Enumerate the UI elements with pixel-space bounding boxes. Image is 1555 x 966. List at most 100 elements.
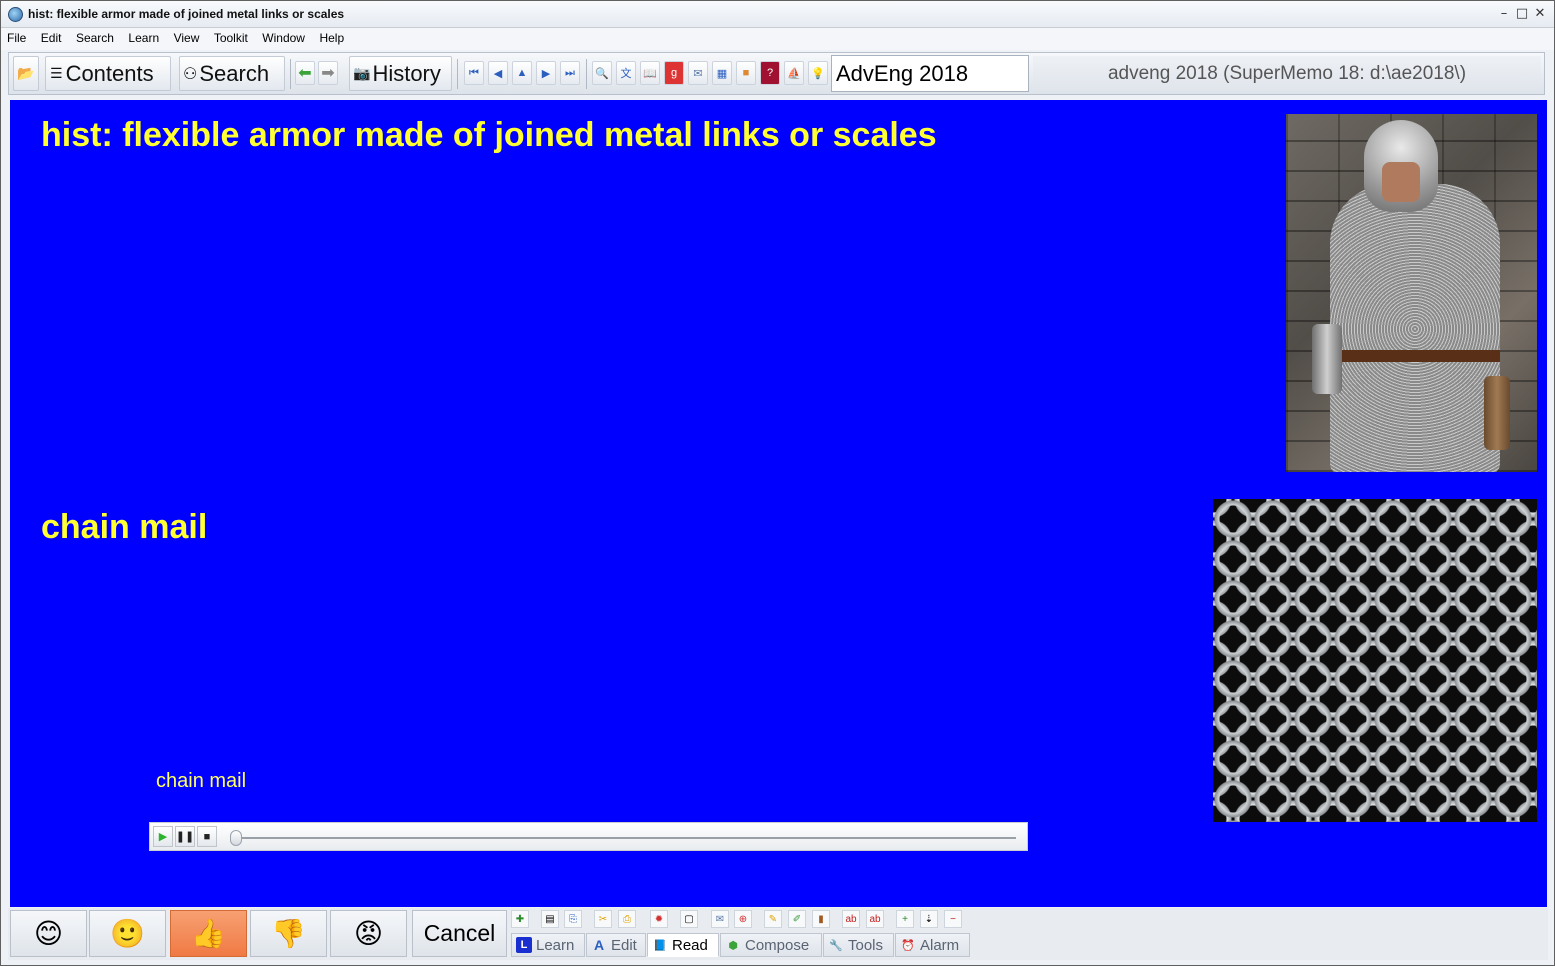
- tab-compose[interactable]: ⬢ Compose: [720, 933, 822, 957]
- highlighter-icon[interactable]: ✎: [764, 910, 782, 928]
- minimize-button[interactable]: –: [1495, 5, 1513, 23]
- google-icon[interactable]: g: [664, 61, 684, 85]
- menu-help[interactable]: Help: [313, 28, 348, 45]
- window-title: hist: flexible armor made of joined meta…: [28, 7, 345, 21]
- grade-bar: 😊 🙂 👍 👎 😡 Cancel ✚ ▤ ⎘ ✂ ⎙ ✹ ▢ ✉ ⊕ ✎ ✐ ▮…: [8, 908, 1548, 960]
- mail-icon[interactable]: ✉: [688, 61, 708, 85]
- collection-status: adveng 2018 (SuperMemo 18: d:\ae2018\): [1033, 56, 1541, 91]
- history-button[interactable]: 📷 History: [349, 56, 452, 91]
- menu-learn[interactable]: Learn: [122, 28, 163, 45]
- tab-tools-label: Tools: [848, 936, 884, 954]
- play-icon[interactable]: ▶: [153, 826, 173, 847]
- insert-element-icon[interactable]: +: [896, 910, 914, 928]
- seek-slider-thumb[interactable]: [230, 830, 242, 846]
- help-icon[interactable]: ?: [760, 61, 780, 85]
- next-element-icon[interactable]: ▶: [536, 61, 556, 85]
- parent-element-icon[interactable]: ▲: [512, 61, 532, 85]
- extract-icon[interactable]: ⎙: [618, 910, 636, 928]
- menu-view[interactable]: View: [168, 28, 204, 45]
- separator: [290, 59, 291, 89]
- tools-icon: 🔧: [829, 939, 843, 952]
- knight-in-chain-mail-image: [1286, 114, 1537, 472]
- lightbulb-icon[interactable]: 💡: [808, 61, 828, 85]
- image-detail: [1484, 376, 1510, 450]
- camera-icon: 📷: [353, 65, 371, 81]
- menu-toolkit[interactable]: Toolkit: [208, 28, 252, 45]
- alarm-icon: ⏰: [901, 939, 915, 952]
- calendar-icon[interactable]: ▦: [712, 61, 732, 85]
- image-detail: [1382, 162, 1420, 202]
- page-icon[interactable]: ▢: [680, 910, 698, 928]
- menu-search[interactable]: Search: [70, 28, 118, 45]
- close-button[interactable]: ✕: [1531, 5, 1549, 23]
- last-element-icon[interactable]: ⏭: [560, 61, 580, 85]
- delete-element-icon[interactable]: −: [944, 910, 962, 928]
- tab-learn-label: Learn: [536, 936, 575, 954]
- tab-read-label: Read: [672, 936, 708, 954]
- grade-pass-thumbs-up-icon[interactable]: 👍: [170, 910, 247, 957]
- maximize-button[interactable]: □: [1513, 5, 1531, 23]
- priority-icon[interactable]: ✹: [650, 910, 668, 928]
- back-arrow-icon[interactable]: ⬅: [295, 61, 315, 85]
- menu-file[interactable]: File: [1, 28, 30, 45]
- forward-arrow-icon[interactable]: ➡: [318, 61, 338, 85]
- collection-name-field[interactable]: [831, 55, 1029, 92]
- folder-icon: 📂: [17, 65, 35, 81]
- tab-learn[interactable]: L Learn: [511, 933, 585, 957]
- copy-icon[interactable]: ⎘: [564, 910, 582, 928]
- question-text: hist: flexible armor made of joined meta…: [41, 116, 937, 154]
- contents-label: Contents: [65, 60, 154, 86]
- open-collection-button[interactable]: 📂: [13, 56, 39, 91]
- image-detail: [1330, 350, 1500, 362]
- image-detail: [1213, 499, 1537, 822]
- menu-window[interactable]: Window: [256, 28, 309, 45]
- dictionary-icon[interactable]: 📖: [640, 61, 660, 85]
- move-element-icon[interactable]: ⇣: [920, 910, 938, 928]
- grade-fail-thumbs-down-icon[interactable]: 👎: [250, 910, 327, 957]
- edit-icon: A: [593, 937, 605, 953]
- mail-icon[interactable]: ✉: [711, 910, 729, 928]
- tab-tools[interactable]: 🔧 Tools: [823, 933, 894, 957]
- grade-good-icon[interactable]: 🙂: [89, 910, 166, 957]
- menu-bar: File Edit Search Learn View Toolkit Wind…: [1, 28, 1554, 50]
- grade-null-angry-icon[interactable]: 😡: [330, 910, 407, 957]
- stop-icon[interactable]: ■: [197, 826, 217, 847]
- menu-edit[interactable]: Edit: [35, 28, 66, 45]
- search-label: Search: [199, 60, 270, 86]
- previous-element-icon[interactable]: ◀: [488, 61, 508, 85]
- separator: [457, 59, 458, 89]
- tab-alarm[interactable]: ⏰ Alarm: [895, 933, 970, 957]
- seek-track[interactable]: [236, 837, 1016, 839]
- app-icon: [8, 7, 23, 22]
- answer-text: chain mail: [41, 508, 208, 546]
- grade-bright-icon[interactable]: 😊: [10, 910, 87, 957]
- tab-read[interactable]: 📘 Read: [647, 933, 719, 957]
- document-icon[interactable]: ▤: [541, 910, 559, 928]
- contents-button[interactable]: ☰ Contents: [45, 56, 171, 91]
- main-toolbar: 📂 ☰ Contents ⚇ Search ⬅ ➡ 📷 History ⏮ ◀ …: [8, 52, 1545, 95]
- tab-compose-label: Compose: [745, 936, 810, 954]
- first-element-icon[interactable]: ⏮: [464, 61, 484, 85]
- find-icon[interactable]: 🔍: [592, 61, 612, 85]
- title-bar: hist: flexible armor made of joined meta…: [1, 1, 1554, 28]
- sailing-icon[interactable]: ⛵: [784, 61, 804, 85]
- edit-pencil-icon[interactable]: ✐: [788, 910, 806, 928]
- search-button[interactable]: ⚇ Search: [179, 56, 285, 91]
- add-element-icon[interactable]: ✚: [511, 910, 529, 928]
- history-label: History: [372, 60, 441, 86]
- lifebuoy-icon[interactable]: ⊕: [734, 910, 752, 928]
- contents-icon: ☰: [50, 65, 63, 81]
- clip-icon[interactable]: ✂: [594, 910, 612, 928]
- image-detail: [1312, 324, 1342, 394]
- separator: [586, 59, 587, 89]
- windows-icon[interactable]: ■: [736, 61, 756, 85]
- pause-icon[interactable]: ❚❚: [175, 826, 195, 847]
- read-icon: 📘: [653, 939, 667, 952]
- binoculars-icon: ⚇: [183, 65, 198, 83]
- translate-icon[interactable]: 文: [616, 61, 636, 85]
- spell-options-icon[interactable]: ab: [866, 910, 884, 928]
- book-icon[interactable]: ▮: [812, 910, 830, 928]
- spell-check-icon[interactable]: ab: [842, 910, 860, 928]
- tab-edit[interactable]: A Edit: [586, 933, 646, 957]
- cancel-button[interactable]: Cancel: [412, 910, 507, 957]
